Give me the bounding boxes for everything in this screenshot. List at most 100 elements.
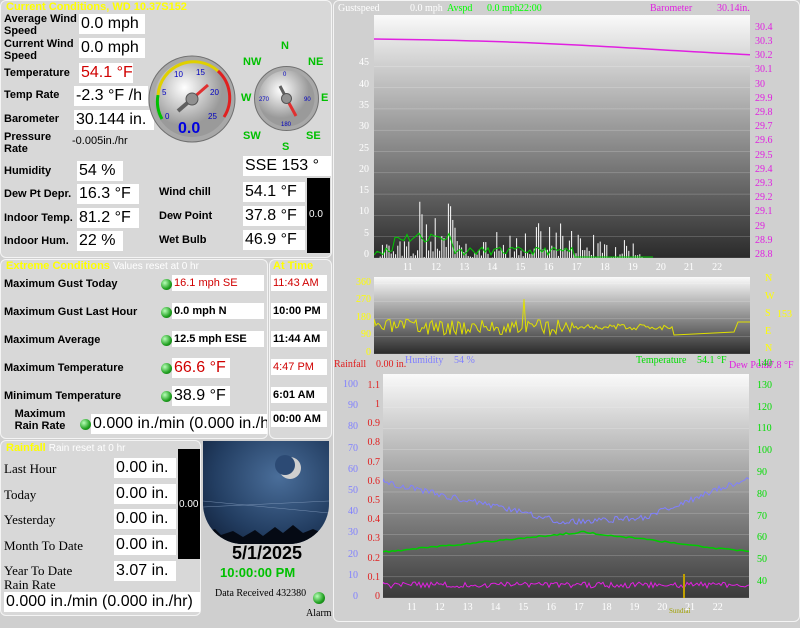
env-x-tick-3: 14 [490,602,501,613]
extreme-value-3: 66.6 °F [172,358,230,378]
extreme-dot-4 [161,391,172,402]
rain-rate-value: 0.000 in./min (0.000 in./hr) [4,592,200,612]
rain-y-tick-5: 0.5 [367,495,381,506]
temp-y-tick-0: 40 [757,576,767,587]
extreme-label-0: Maximum Gust Today [4,278,118,290]
alarm-label: Alarm [306,608,332,619]
env-x-tick-6: 17 [573,602,584,613]
env-x-tick-7: 18 [601,602,612,613]
rain-y-tick-3: 0.3 [367,533,381,545]
rainfall-header: Rainfall Rain reset at 0 hr [6,442,126,454]
wet-bulb-value: 46.9 °F [243,230,305,250]
extreme-time-5: 00:00 AM [271,411,327,427]
compass-sw: SW [243,130,261,142]
rain-label-2: Yesterday [4,512,56,527]
compass-se: SE [306,130,321,142]
gauge-tick-15: 15 [196,68,205,77]
compass-dial-90: 90 [304,97,311,103]
barometer-label: Barometer [4,113,60,125]
wind-chill-value: 54.1 °F [243,182,305,202]
wind-time: 22:00 [519,3,542,14]
wet-bulb-label: Wet Bulb [159,234,207,246]
wind-direction-value: SSE 153 ° [243,156,331,176]
humidity-value: 54 % [77,161,123,181]
rain-bar-value: 0.00 [179,499,199,510]
wind-avg-value: 0.0 mph [487,3,520,14]
env-x-tick-8: 19 [629,602,640,613]
extreme-value-2: 12.5 mph ESE [172,331,264,347]
dir-side-tick-2: S [765,308,771,320]
env-hum-value: 54 % [454,355,475,366]
baro-y-tick-12: 30 [755,78,765,90]
baro-y-tick-11: 29.9 [755,92,773,104]
temperature-value: 54.1 °F [79,63,133,83]
wind-speed-gauge: 0 5 10 15 20 25 0.0 [148,55,236,143]
temp-y-tick-1: 50 [757,554,767,566]
rain-y-tick-11: 1.1 [367,379,381,391]
rain-y-tick-7: 0.7 [367,456,381,468]
temp-y-tick-5: 90 [757,467,767,478]
dir-side-tick-4: N [765,343,773,355]
baro-y-tick-10: 29.8 [755,107,773,118]
wind-avg-label: Avspd [447,3,473,14]
indoor-hum-value: 22 % [77,231,123,251]
wind-x-tick-9: 20 [655,262,666,273]
wind-x-tick-2: 13 [459,262,470,273]
rain-label-3: Month To Date [4,538,84,553]
avg-wind-label: Average Wind Speed [4,13,77,37]
wind-x-tick-4: 15 [515,262,526,273]
dir-side-tick-0: N [765,273,773,284]
wind-gust-label: Gustspeed [338,3,380,14]
wind-chill-label: Wind chill [159,186,211,198]
barometer-line [374,38,750,56]
direction-line [374,298,750,337]
wind-x-tick-0: 11 [403,262,413,273]
wind-baro-value: 30.14in. [717,3,750,14]
compass-e: E [321,92,329,104]
baro-y-tick-8: 29.6 [755,135,773,147]
env-rain-label: Rainfall [334,359,367,370]
extreme-value-0: 16.1 mph SE [172,275,264,291]
wind-y-tick-3: 15 [359,185,369,197]
indoor-temp-value: 81.2 °F [77,208,139,228]
gauge-tick-5: 5 [162,88,167,97]
hum-y-tick-5: 50 [348,485,358,496]
hum-y-tick-1: 10 [348,569,358,581]
env-x-tick-5: 16 [546,602,556,613]
wind-direction-compass: 0 90 180 270 [254,66,319,131]
wind-x-tick-6: 17 [571,262,582,273]
rain-y-tick-0: 0 [375,591,380,602]
rain-value-2: 0.00 in. [114,509,176,529]
rain-label-1: Today [4,487,37,502]
baro-y-tick-5: 29.3 [755,178,773,189]
rain-y-tick-9: 0.9 [367,418,381,430]
wind-barometer-chart [374,38,750,258]
baro-y-tick-14: 30.2 [755,50,773,62]
extreme-time-0: 11:43 AM [271,275,327,291]
wind-x-tick-11: 22 [712,262,723,273]
extreme-reset-note: Values reset at 0 hr [112,261,199,272]
temp-y-tick-6: 100 [757,445,772,457]
extreme-header: Extreme Conditions Values reset at 0 hr [6,260,199,272]
wind-y-tick-0: 0 [364,249,369,260]
gauge-tick-0: 0 [165,112,170,121]
baro-y-tick-4: 29.2 [755,192,773,204]
hum-y-tick-3: 30 [348,527,358,539]
rain-value-4: 3.07 in. [114,561,176,581]
env-x-tick-1: 12 [434,602,445,613]
barometer-value: 30.144 in. [74,110,154,130]
dir-y-tick-1: 90 [361,329,371,341]
env-temp-label: Temperature [636,355,687,366]
baro-y-tick-13: 30.1 [755,64,773,76]
temp-rate-label: Temp Rate [4,89,60,101]
gauge-tick-10: 10 [174,70,183,79]
environment-chart [383,385,749,598]
wind-x-tick-10: 21 [684,262,694,273]
extreme-value-1: 0.0 mph N [172,303,264,319]
rain-y-tick-6: 0.6 [367,475,381,487]
gauge-value: 0.0 [178,120,200,137]
baro-y-tick-3: 29.1 [755,206,773,218]
baro-y-tick-1: 28.9 [755,234,773,246]
alarm-indicator[interactable] [313,592,325,604]
temp-y-tick-9: 130 [757,379,772,391]
